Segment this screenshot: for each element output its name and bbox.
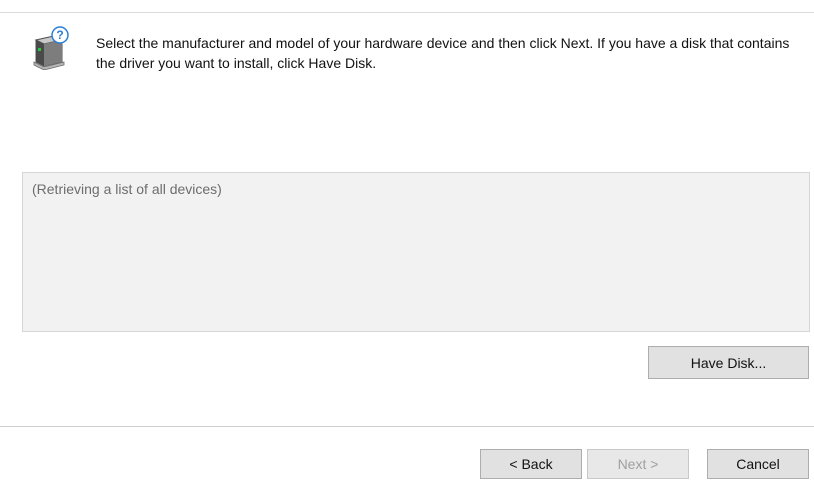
have-disk-button[interactable]: Have Disk... xyxy=(648,346,809,379)
device-list-status: (Retrieving a list of all devices) xyxy=(32,181,222,197)
device-list[interactable]: (Retrieving a list of all devices) xyxy=(22,172,810,332)
instructions-text: Select the manufacturer and model of you… xyxy=(96,35,790,71)
svg-text:?: ? xyxy=(56,28,63,42)
next-button[interactable]: Next > xyxy=(587,449,689,479)
wizard-header: ? Select the manufacturer and model of y… xyxy=(24,26,814,86)
top-divider xyxy=(0,12,814,13)
hardware-device-question-icon: ? xyxy=(32,26,72,71)
footer-divider xyxy=(0,426,814,427)
back-button[interactable]: < Back xyxy=(480,449,582,479)
cancel-button[interactable]: Cancel xyxy=(707,449,809,479)
